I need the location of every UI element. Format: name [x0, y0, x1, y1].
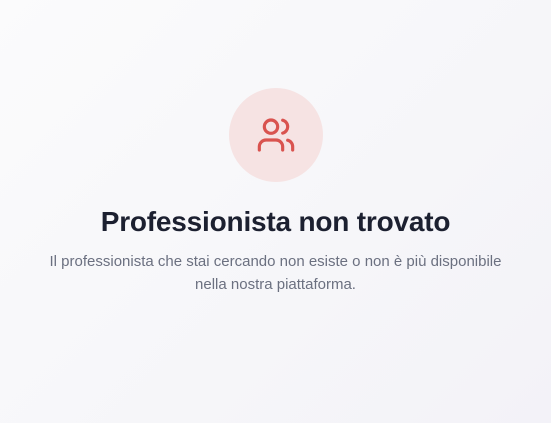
users-icon	[256, 115, 296, 155]
not-found-message: Il professionista che stai cercando non …	[49, 253, 502, 293]
icon-badge	[228, 88, 323, 182]
not-found-empty-state: Professionista non trovato Il profession…	[0, 0, 551, 296]
page-title: Professionista non trovato	[100, 206, 451, 237]
